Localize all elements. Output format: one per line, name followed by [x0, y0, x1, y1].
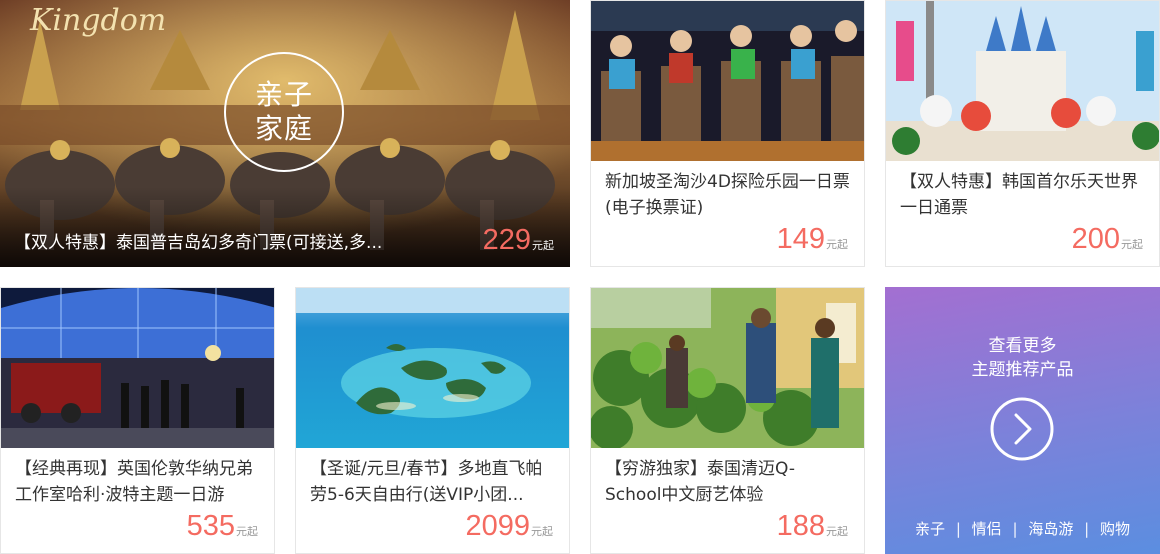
product-card[interactable]: 新加坡圣淘沙4D探险乐园一日票(电子换票证) 149元起 — [590, 0, 865, 267]
product-image — [886, 1, 1159, 161]
product-price: 2099元起 — [465, 510, 553, 543]
price-unit: 元起 — [826, 525, 848, 538]
product-card[interactable]: 【穷游独家】泰国清迈Q-School中文厨艺体验 188元起 — [590, 287, 865, 554]
price-value: 535 — [186, 510, 235, 542]
price-value: 2099 — [465, 510, 530, 542]
svg-text:Kingdom: Kingdom — [29, 3, 166, 38]
product-card[interactable]: 【双人特惠】韩国首尔乐天世界一日通票 200元起 — [885, 0, 1160, 267]
view-more-themes-card[interactable]: 查看更多 主题推荐产品 亲子 | 情侣 | 海岛游 | 购物 — [885, 287, 1160, 554]
product-price: 188元起 — [777, 510, 848, 543]
theme-tag-list: 亲子 | 情侣 | 海岛游 | 购物 — [885, 518, 1160, 539]
theme-tag-shopping[interactable]: 购物 — [1100, 520, 1130, 538]
product-title[interactable]: 【圣诞/元旦/春节】多地直飞帕劳5-6天自由行(送VIP小团... — [310, 456, 555, 508]
theme-tag-island[interactable]: 海岛游 — [1028, 520, 1073, 538]
product-card[interactable]: 【圣诞/元旦/春节】多地直飞帕劳5-6天自由行(送VIP小团... 2099元起 — [295, 287, 570, 554]
featured-title[interactable]: 【双人特惠】泰国普吉岛幻多奇门票(可接送,多... — [14, 228, 409, 253]
tag-separator: | — [1084, 520, 1090, 538]
product-title[interactable]: 【穷游独家】泰国清迈Q-School中文厨艺体验 — [605, 456, 850, 508]
product-title[interactable]: 【双人特惠】韩国首尔乐天世界一日通票 — [900, 169, 1145, 221]
theme-badge-line2: 家庭 — [254, 112, 313, 145]
product-image — [296, 288, 569, 448]
tag-separator: | — [955, 520, 961, 538]
product-price: 535元起 — [187, 510, 258, 543]
chevron-right-icon[interactable] — [990, 397, 1054, 461]
price-unit: 元起 — [531, 525, 553, 538]
price-unit: 元起 — [826, 238, 848, 251]
price-value: 200 — [1071, 223, 1120, 255]
product-image — [591, 288, 864, 448]
theme-badge: 亲子 家庭 — [224, 52, 344, 172]
product-price: 200元起 — [1072, 223, 1143, 256]
theme-tag-family[interactable]: 亲子 — [915, 520, 945, 538]
product-card[interactable]: 【经典再现】英国伦敦华纳兄弟工作室哈利·波特主题一日游 535元起 — [0, 287, 275, 554]
product-title[interactable]: 【经典再现】英国伦敦华纳兄弟工作室哈利·波特主题一日游 — [15, 456, 260, 508]
tag-separator: | — [1012, 520, 1018, 538]
theme-badge-line1: 亲子 — [254, 78, 313, 111]
product-price: 149元起 — [777, 223, 848, 256]
price-unit: 元起 — [532, 239, 554, 252]
featured-product-card[interactable]: Kingdom 亲子 家庭 【双人特惠】泰国普吉岛幻多奇门票(可接送,多... … — [0, 0, 570, 267]
price-value: 149 — [776, 223, 825, 255]
view-more-line2: 主题推荐产品 — [971, 360, 1074, 380]
theme-tag-couple[interactable]: 情侣 — [972, 520, 1002, 538]
price-unit: 元起 — [1121, 238, 1143, 251]
product-title[interactable]: 新加坡圣淘沙4D探险乐园一日票(电子换票证) — [605, 169, 850, 221]
price-unit: 元起 — [236, 525, 258, 538]
price-value: 229 — [482, 224, 531, 256]
view-more-line1: 查看更多 — [988, 336, 1057, 356]
product-image — [1, 288, 274, 448]
product-image — [591, 1, 864, 161]
price-value: 188 — [776, 510, 825, 542]
featured-price: 229元起 — [483, 224, 554, 257]
